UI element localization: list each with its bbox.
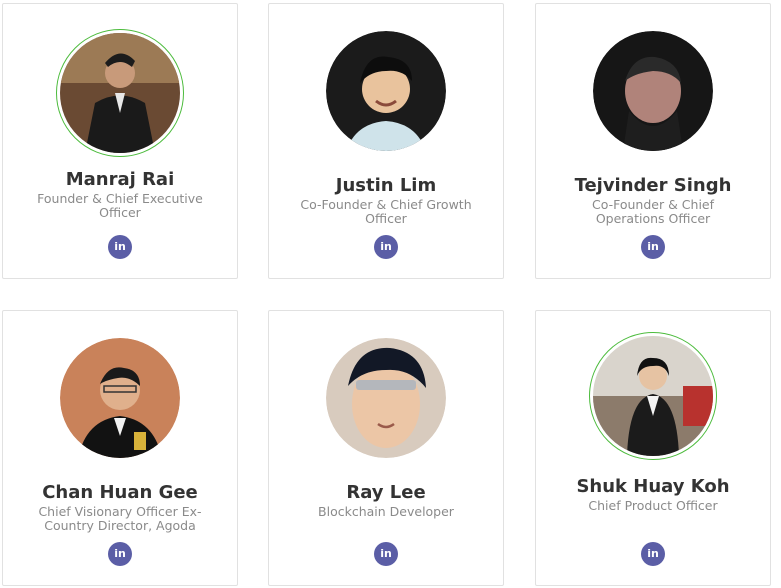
avatar <box>593 31 713 151</box>
member-name: Chan Huan Gee <box>42 482 198 503</box>
member-role: Chief Product Officer <box>588 498 718 513</box>
profile-photo <box>60 33 180 153</box>
member-role: Blockchain Developer <box>318 504 454 519</box>
linkedin-icon[interactable]: in <box>641 235 665 259</box>
member-name: Tejvinder Singh <box>574 175 732 196</box>
team-card-justin-lim: Justin Lim Co-Founder & Chief Growth Off… <box>268 3 504 279</box>
linkedin-icon[interactable]: in <box>108 542 132 566</box>
member-name: Manraj Rai <box>65 169 175 190</box>
avatar <box>56 29 184 157</box>
team-card-manraj-rai: Manraj Rai Founder & Chief Executive Off… <box>2 3 238 279</box>
avatar <box>326 338 446 458</box>
profile-photo <box>326 31 446 151</box>
avatar <box>589 332 717 460</box>
profile-photo <box>593 336 713 456</box>
avatar <box>60 338 180 458</box>
member-role: Co-Founder & Chief Growth Officer <box>300 197 472 226</box>
member-name: Shuk Huay Koh <box>576 476 730 497</box>
linkedin-icon[interactable]: in <box>374 542 398 566</box>
team-card-tejvinder-singh: Tejvinder Singh Co-Founder & Chief Opera… <box>535 3 771 279</box>
member-name: Justin Lim <box>335 175 437 196</box>
member-role: Co-Founder & Chief Operations Officer <box>591 197 715 226</box>
team-card-shuk-huay-koh: Shuk Huay Koh Chief Product Officer in <box>535 310 771 586</box>
member-name: Ray Lee <box>346 482 426 503</box>
member-role: Chief Visionary Officer Ex-Country Direc… <box>38 504 202 533</box>
team-card-ray-lee: Ray Lee Blockchain Developer in <box>268 310 504 586</box>
avatar <box>326 31 446 151</box>
linkedin-icon[interactable]: in <box>641 542 665 566</box>
member-role: Founder & Chief Executive Officer <box>37 191 203 220</box>
profile-photo <box>326 338 446 458</box>
team-card-chan-huan-gee: Chan Huan Gee Chief Visionary Officer Ex… <box>2 310 238 586</box>
linkedin-icon[interactable]: in <box>374 235 398 259</box>
profile-photo <box>60 338 180 458</box>
linkedin-icon[interactable]: in <box>108 235 132 259</box>
profile-photo <box>593 31 713 151</box>
